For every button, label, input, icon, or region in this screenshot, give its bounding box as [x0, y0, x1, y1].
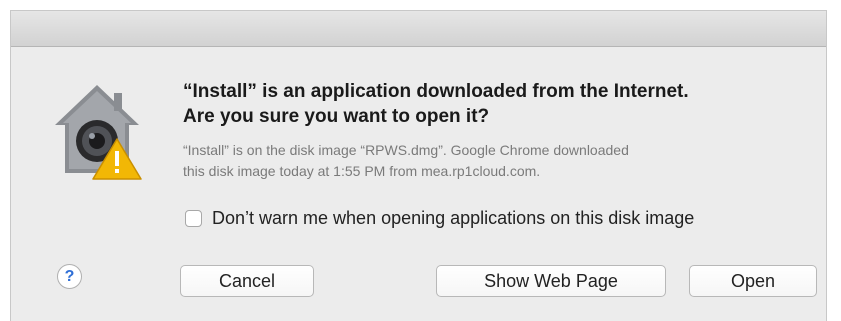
security-dialog: “Install” is an application downloaded f… — [10, 10, 827, 321]
gatekeeper-warning-icon — [55, 85, 142, 180]
info-line-2: this disk image today at 1:55 PM from me… — [183, 163, 541, 179]
dont-warn-checkbox[interactable] — [185, 209, 202, 227]
dont-warn-option[interactable]: Don’t warn me when opening applications … — [185, 206, 694, 230]
headline-line-1: “Install” is an application downloaded f… — [183, 81, 689, 102]
dialog-info-text: “Install” is on the disk image “RPWS.dmg… — [183, 140, 813, 182]
headline-line-2: Are you sure you want to open it? — [183, 106, 490, 127]
dialog-headline: “Install” is an application downloaded f… — [183, 79, 813, 129]
cancel-button[interactable]: Cancel — [180, 265, 314, 297]
open-button[interactable]: Open — [689, 265, 817, 297]
show-web-page-button[interactable]: Show Web Page — [436, 265, 666, 297]
dialog-titlebar — [11, 11, 826, 47]
help-icon: ? — [64, 267, 75, 285]
help-button[interactable]: ? — [57, 264, 82, 289]
dont-warn-label[interactable]: Don’t warn me when opening applications … — [212, 208, 694, 229]
info-line-1: “Install” is on the disk image “RPWS.dmg… — [183, 142, 629, 158]
